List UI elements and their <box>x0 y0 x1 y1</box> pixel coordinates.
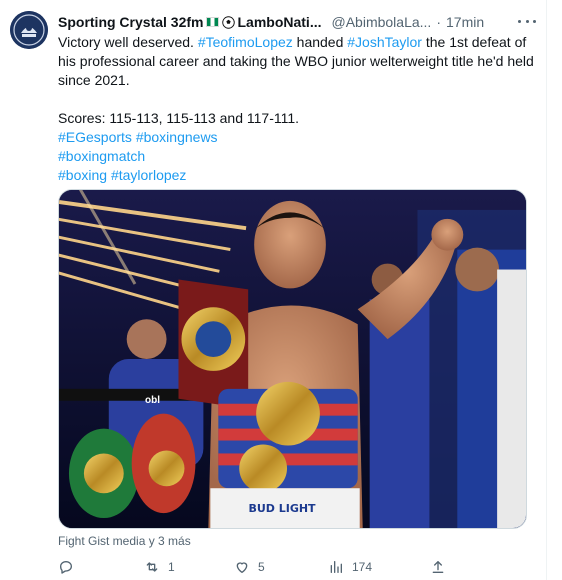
tweet-media-photo[interactable]: BUD LIGHT obl <box>58 189 527 529</box>
tweet-paragraph-1: Victory well deserved. #TeofimoLopez han… <box>58 33 536 90</box>
share-button[interactable] <box>430 557 446 577</box>
display-name-suffix[interactable]: LamboNati... <box>237 14 321 30</box>
club-crest-icon <box>10 11 48 49</box>
retweet-button[interactable]: 1 <box>144 557 175 577</box>
like-count: 5 <box>258 560 265 574</box>
display-name[interactable]: Sporting Crystal 32fm <box>58 14 203 30</box>
tweet-actions: 1 5 174 <box>58 557 478 577</box>
hashtag-boxing[interactable]: #boxing <box>58 167 107 183</box>
banner-label: obl <box>145 395 160 406</box>
reply-button[interactable] <box>58 557 82 577</box>
hashtag-line-2: #boxingmatch <box>58 147 536 166</box>
column-divider <box>546 0 547 580</box>
views-button[interactable]: 174 <box>328 557 372 577</box>
tweet-text: Victory well deserved. #TeofimoLopez han… <box>58 33 536 185</box>
text-segment: Victory well deserved. <box>58 34 198 50</box>
retweet-count: 1 <box>168 560 175 574</box>
boxing-photo <box>59 190 526 528</box>
nigeria-flag-icon <box>206 17 220 27</box>
more-options-icon[interactable] <box>518 12 536 30</box>
hashtag-boxingmatch[interactable]: #boxingmatch <box>58 148 145 164</box>
media-caption[interactable]: Fight Gist media y 3 más <box>58 534 191 548</box>
hashtag-joshtaylor[interactable]: #JoshTaylor <box>347 34 422 50</box>
scores-line: Scores: 115-113, 115-113 and 117-111. <box>58 110 300 126</box>
hashtag-line-3: #boxing #taylorlopez <box>58 166 536 185</box>
separator-dot: · <box>436 14 441 30</box>
heart-icon <box>236 562 248 573</box>
hashtag-taylorlopez[interactable]: #taylorlopez <box>111 167 187 183</box>
bar-chart-icon <box>330 561 342 573</box>
reply-icon <box>60 561 72 574</box>
hashtag-line-1: #EGesports #boxingnews <box>58 128 536 147</box>
hashtag-teofimolopez[interactable]: #TeofimoLopez <box>198 34 293 50</box>
soccer-ball-icon <box>222 15 236 29</box>
user-handle[interactable]: @AbimbolaLa... <box>332 14 432 30</box>
retweet-icon <box>146 562 158 572</box>
text-segment: handed <box>292 34 348 50</box>
avatar[interactable] <box>10 11 48 49</box>
belt-sponsor-label: BUD LIGHT <box>248 502 316 515</box>
tweet-header: Sporting Crystal 32fm LamboNati... @Abim… <box>58 12 538 32</box>
share-icon <box>432 561 444 573</box>
hashtag-boxingnews[interactable]: #boxingnews <box>136 129 218 145</box>
like-button[interactable]: 5 <box>234 557 265 577</box>
timestamp[interactable]: 17min <box>446 14 484 30</box>
tweet[interactable]: Sporting Crystal 32fm LamboNati... @Abim… <box>0 0 546 580</box>
hashtag-egesports[interactable]: #EGesports <box>58 129 132 145</box>
views-count: 174 <box>352 560 373 574</box>
